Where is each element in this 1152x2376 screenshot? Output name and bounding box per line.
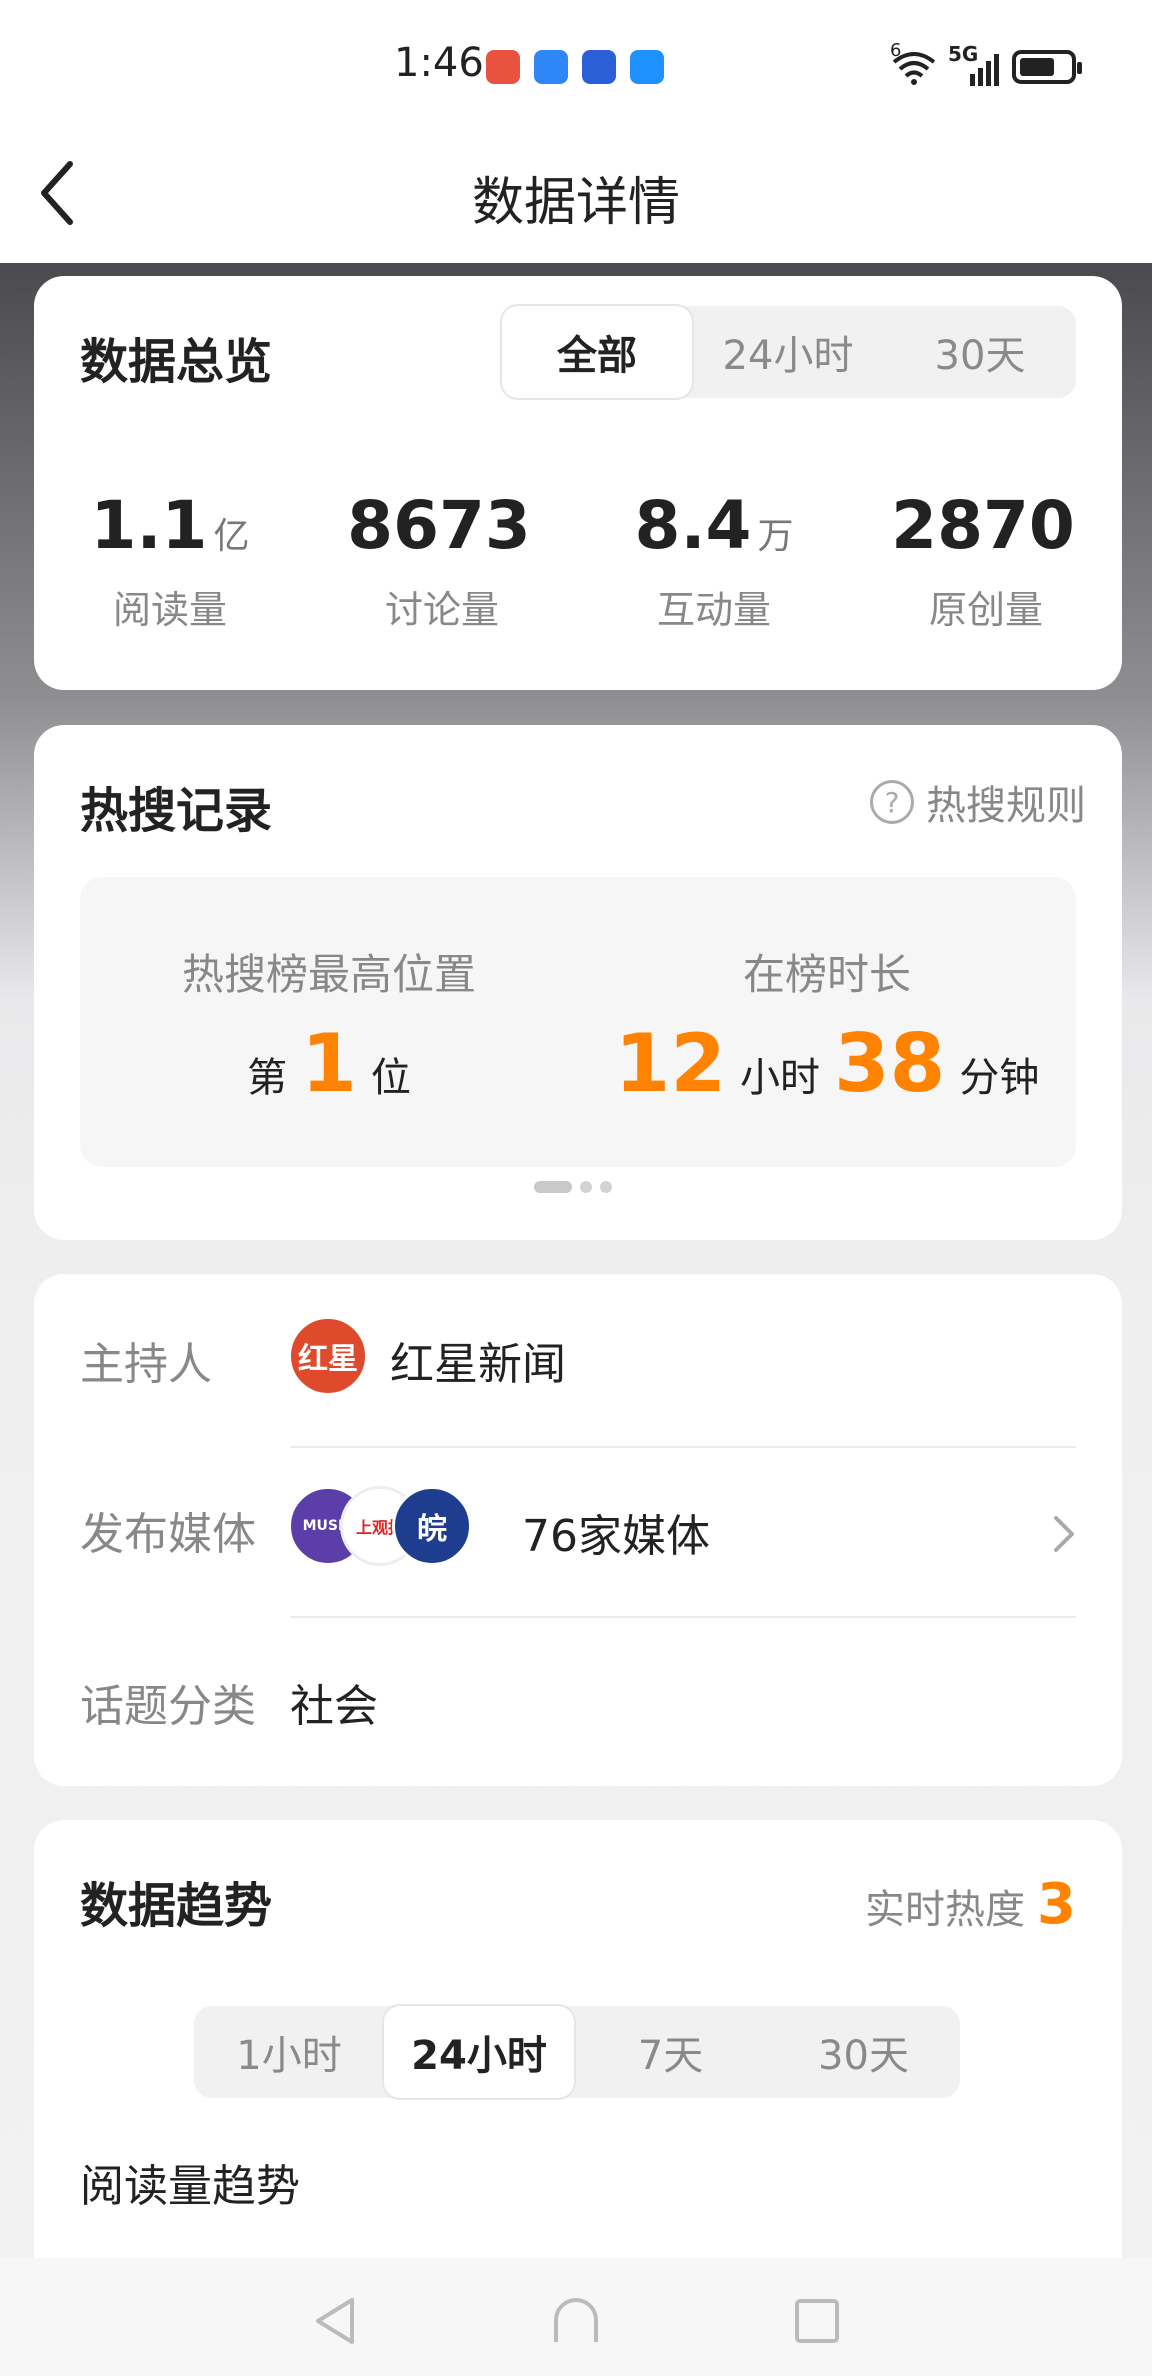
indicator-dot: [580, 1181, 592, 1193]
category-value: 社会: [290, 1681, 378, 1732]
stat-unit: 亿: [213, 516, 250, 557]
message-icon: [534, 50, 568, 84]
rank-suffix: 位: [370, 1055, 411, 1101]
media-count: 76家媒体: [522, 1511, 710, 1562]
indicator-dot: [600, 1181, 612, 1193]
host-avatar[interactable]: 红星: [288, 1316, 368, 1396]
stat-label: 原创量: [928, 588, 1043, 632]
hot-search-title: 热搜记录: [80, 783, 273, 839]
hot-search-card: 热搜记录 ? 热搜规则 热搜榜最高位置 第 1 位 在榜时长 12 小时 38 …: [34, 725, 1122, 1240]
nav-recents-icon[interactable]: [794, 2296, 840, 2346]
stat-value: 1.1: [90, 487, 208, 564]
overview-card: 数据总览 全部 24小时 30天 1.1 亿 阅读量 8673 讨论量 8.4 万 …: [34, 276, 1122, 690]
indicator-dot: [534, 1181, 572, 1193]
media-row[interactable]: MUSIC 上观报 皖 76家媒体: [288, 1470, 1122, 1590]
highest-position: 热搜榜最高位置 第 1 位: [80, 877, 578, 1167]
media-label: 发布媒体: [80, 1509, 256, 1560]
realtime-label: 实时热度: [865, 1887, 1026, 1933]
signal-icon: [970, 54, 999, 86]
duration-minutes: 38: [834, 1017, 946, 1110]
nav-back-icon[interactable]: [312, 2296, 358, 2346]
trend-subtitle: 阅读量趋势: [80, 2161, 300, 2212]
stat-label: 互动量: [656, 588, 771, 632]
battery-icon: [1012, 50, 1082, 84]
tab-30d[interactable]: 30天: [884, 306, 1076, 398]
page-title: 数据详情: [471, 173, 680, 233]
stat-value: 2870: [891, 487, 1075, 564]
hours-unit: 小时: [740, 1055, 820, 1101]
question-mark-icon: ?: [870, 780, 914, 824]
hot-search-rules-link[interactable]: ? 热搜规则: [870, 773, 1086, 831]
tab-7d[interactable]: 7天: [574, 2006, 767, 2098]
tab-all[interactable]: 全部: [502, 306, 692, 398]
stat-label: 讨论量: [384, 588, 499, 632]
divider: [290, 1446, 1076, 1448]
on-list-duration: 在榜时长 12 小时 38 分钟: [578, 877, 1076, 1167]
chat-icon: [630, 50, 664, 84]
tab-24h[interactable]: 24小时: [692, 306, 884, 398]
stat-interactions: 8.4 万 互动量: [578, 486, 850, 634]
category-label: 话题分类: [80, 1681, 256, 1732]
trend-title: 数据趋势: [80, 1878, 273, 1934]
stat-label: 阅读量: [112, 588, 227, 632]
tab-30d[interactable]: 30天: [767, 2006, 960, 2098]
status-time: 1:46: [394, 40, 484, 86]
carousel-indicator: [534, 1181, 612, 1193]
nav-home-icon[interactable]: [552, 2296, 600, 2346]
stat-value: 8.4: [634, 487, 752, 564]
status-bar: 1:46 6 5G: [0, 0, 1152, 130]
stat-value: 8673: [347, 487, 531, 564]
stat-unit: 万: [757, 516, 794, 557]
minutes-unit: 分钟: [959, 1055, 1040, 1101]
realtime-value: 3: [1037, 1872, 1076, 1937]
trend-range-tabs: 1小时 24小时 7天 30天: [194, 2006, 960, 2098]
media-avatar: 皖: [392, 1486, 472, 1566]
hot-search-stats: 热搜榜最高位置 第 1 位 在榜时长 12 小时 38 分钟: [80, 877, 1076, 1167]
missed-call-icon: [486, 50, 520, 84]
realtime-heat: 实时热度 3: [865, 1872, 1076, 1937]
wifi-label: 6: [890, 40, 902, 61]
stat-reads: 1.1 亿 阅读量: [34, 486, 306, 634]
overview-range-tabs: 全部 24小时 30天: [502, 306, 1076, 398]
rules-label: 热搜规则: [926, 783, 1086, 829]
tab-1h[interactable]: 1小时: [194, 2006, 384, 2098]
host-label: 主持人: [80, 1339, 212, 1390]
highest-position-label: 热搜榜最高位置: [181, 950, 476, 999]
divider: [290, 1616, 1076, 1618]
rank-prefix: 第: [247, 1055, 288, 1101]
stat-discussions: 8673 讨论量: [306, 486, 578, 634]
overview-title: 数据总览: [80, 334, 273, 390]
tab-24h[interactable]: 24小时: [384, 2006, 574, 2098]
chevron-right-icon[interactable]: [1052, 1514, 1076, 1554]
duration-hours: 12: [614, 1017, 726, 1110]
host-name[interactable]: 红星新闻: [390, 1328, 566, 1392]
rank-value: 1: [301, 1017, 357, 1110]
system-nav-bar: [0, 2258, 1152, 2376]
browser-icon: [582, 50, 616, 84]
duration-label: 在榜时长: [742, 950, 911, 999]
topic-info-card: 主持人 红星 红星新闻 发布媒体 MUSIC 上观报 皖 76家媒体 话题分类 …: [34, 1274, 1122, 1786]
stat-originals: 2870 原创量: [850, 486, 1122, 634]
